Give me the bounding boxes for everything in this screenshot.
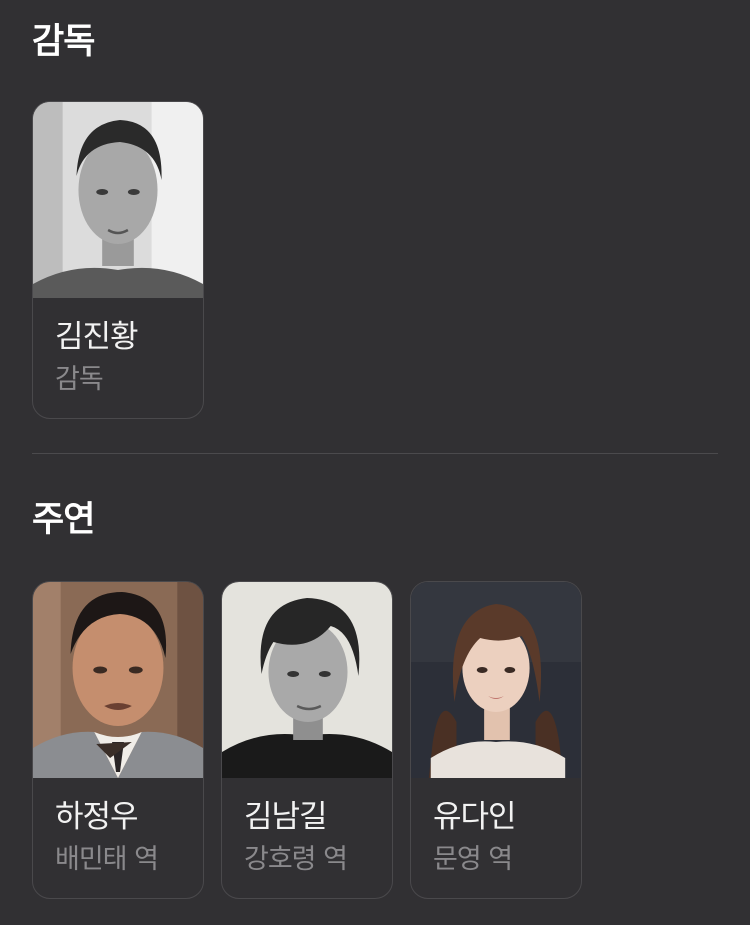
person-name: 김남길 — [244, 799, 328, 835]
cast-section-title: 주연 — [32, 500, 95, 540]
person-role: 강호령 역 — [244, 844, 348, 875]
actress-photo — [411, 582, 581, 778]
director-photo — [33, 102, 203, 298]
director-card-row: 김진황 감독 — [32, 101, 204, 419]
person-card-cast-2[interactable]: 김남길 강호령 역 — [221, 581, 393, 899]
person-name: 유다인 — [433, 799, 517, 835]
person-role: 배민태 역 — [55, 844, 159, 875]
person-role: 감독 — [55, 364, 104, 395]
actor-photo — [33, 582, 203, 778]
director-section-title: 감독 — [32, 22, 95, 62]
cast-card-row: 하정우 배민태 역 김남길 강호령 역 유다인 문영 역 — [32, 581, 582, 899]
person-role: 문영 역 — [433, 844, 513, 875]
person-card-cast-3[interactable]: 유다인 문영 역 — [410, 581, 582, 899]
person-card-cast-1[interactable]: 하정우 배민태 역 — [32, 581, 204, 899]
person-name: 김진황 — [55, 319, 139, 355]
person-name: 하정우 — [55, 799, 139, 835]
person-card-director[interactable]: 김진황 감독 — [32, 101, 204, 419]
section-divider — [32, 453, 718, 454]
actor-photo — [222, 582, 392, 778]
